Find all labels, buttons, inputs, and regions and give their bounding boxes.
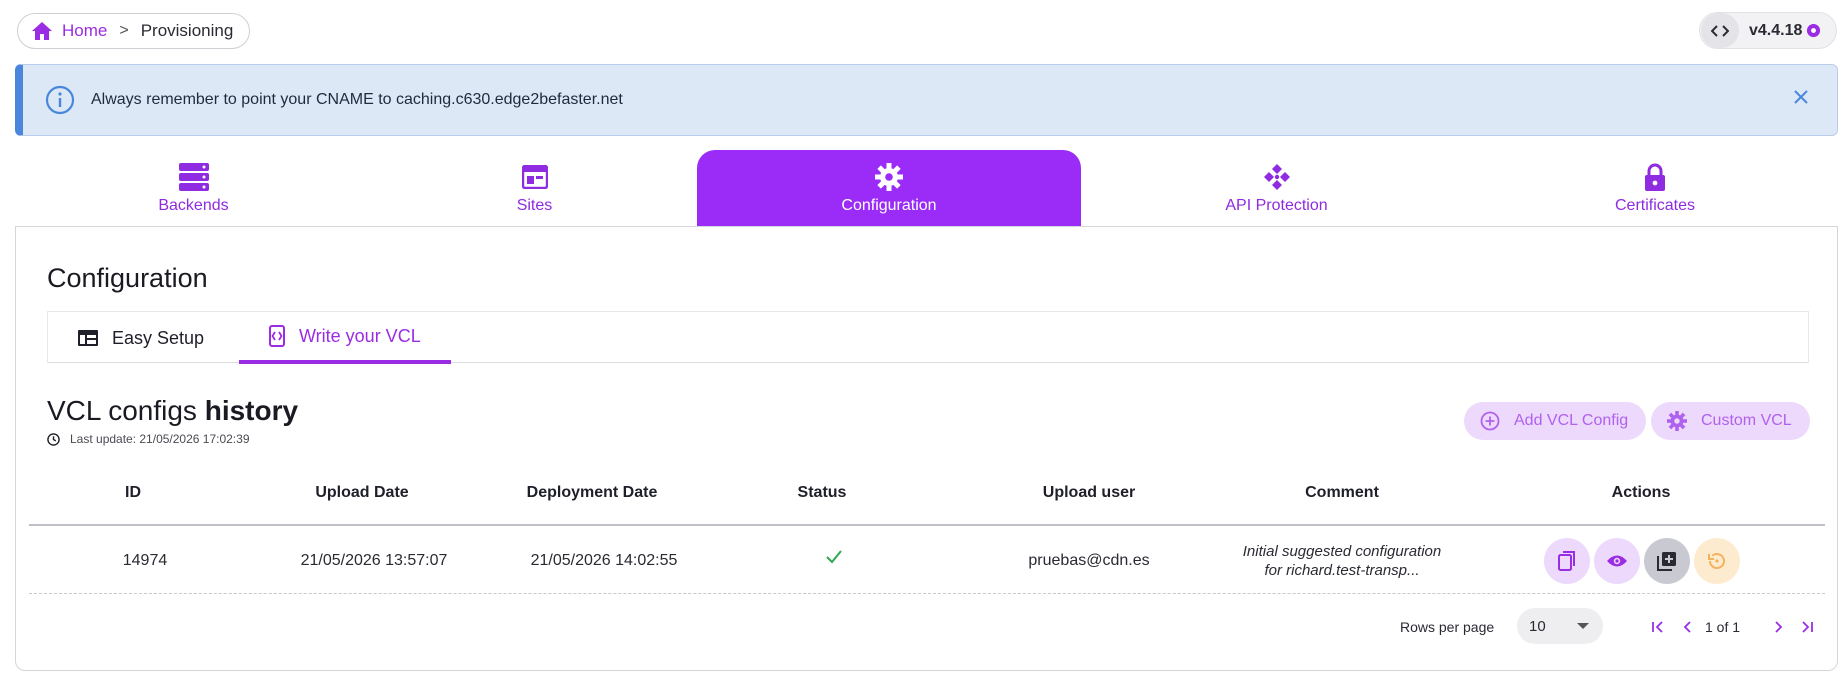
add-circle-icon (1480, 411, 1514, 431)
history-title-light: VCL configs (47, 395, 197, 426)
tab-certificates-label: Certificates (1614, 196, 1696, 214)
tab-write-vcl[interactable]: Write your VCL (239, 312, 451, 364)
page-indicator: 1 of 1 (1705, 619, 1741, 635)
first-page-button[interactable] (1647, 616, 1669, 638)
version-label: v4.4.18 (1749, 21, 1803, 39)
cell-deployment-date: 21/05/2026 14:02:55 (530, 552, 678, 569)
comment-line-1: Initial suggested configuration (1242, 543, 1442, 560)
code-icon (1711, 24, 1729, 38)
last-page-icon (1800, 620, 1814, 634)
breadcrumb-home-label: Home (62, 21, 108, 40)
tab-api-protection-label: API Protection (1225, 196, 1328, 214)
cname-alert: Always remember to point your CNAME to c… (15, 64, 1838, 136)
custom-vcl-label: Custom VCL (1701, 412, 1792, 429)
restore-button[interactable] (1694, 538, 1740, 584)
column-header-status: Status (797, 484, 847, 501)
code-file-icon (269, 325, 299, 347)
tab-easy-setup-label: Easy Setup (112, 327, 205, 348)
tab-write-vcl-label: Write your VCL (299, 325, 421, 346)
lock-icon (1644, 163, 1666, 191)
tab-easy-setup[interactable]: Easy Setup (78, 312, 204, 364)
top-bar: Home > Provisioning v4.4.18 (0, 0, 1848, 64)
table-layout-icon (78, 330, 112, 346)
custom-vcl-button[interactable]: Custom VCL (1651, 402, 1810, 440)
first-page-icon (1651, 620, 1665, 634)
tab-api-protection[interactable]: API Protection (1081, 150, 1472, 227)
add-copy-icon (1656, 550, 1678, 572)
breadcrumb-home-link[interactable]: Home (32, 21, 107, 41)
tab-configuration[interactable]: Configuration (697, 150, 1081, 227)
alert-message: Always remember to point your CNAME to c… (91, 91, 623, 108)
rows-per-page-value: 10 (1529, 617, 1546, 635)
cell-id: 14974 (122, 552, 168, 569)
comment-line-2: for richard.test-transp... (1264, 562, 1420, 579)
last-update-text: Last update: 21/05/2026 17:02:39 (70, 432, 250, 446)
add-vcl-config-label: Add VCL Config (1514, 412, 1629, 429)
info-icon (45, 85, 75, 115)
rows-per-page-label: Rows per page (1400, 619, 1495, 635)
rows-per-page-select[interactable]: 10 (1517, 608, 1603, 644)
configuration-panel: Configuration Easy Setup Write your VCL … (15, 226, 1838, 671)
close-icon[interactable] (1793, 89, 1809, 105)
gear-icon (875, 162, 903, 191)
tab-backends[interactable]: Backends (15, 150, 372, 227)
previous-page-button[interactable] (1677, 616, 1699, 638)
view-button[interactable] (1594, 538, 1640, 584)
table-row-divider (29, 593, 1825, 594)
status-deployed-icon (825, 549, 843, 565)
history-restore-icon (1706, 550, 1728, 572)
duplicate-button[interactable] (1644, 538, 1690, 584)
server-icon (178, 162, 209, 191)
browser-window-icon (521, 163, 548, 191)
history-title-bold: history (204, 395, 299, 426)
cell-upload-user: pruebas@cdn.es (1028, 552, 1150, 569)
cell-upload-date: 21/05/2026 13:57:07 (300, 552, 448, 569)
tab-sites-label: Sites (516, 196, 553, 214)
history-title: VCL configs history (47, 395, 298, 427)
table-header-divider (29, 524, 1825, 526)
tab-sites[interactable]: Sites (372, 150, 697, 227)
dropdown-caret-icon (1577, 623, 1589, 629)
add-vcl-config-button[interactable]: Add VCL Config (1464, 402, 1647, 440)
main-tabs: Backends Sites Configuration API Protect… (15, 150, 1838, 227)
breadcrumb-separator: > (119, 22, 129, 39)
tab-configuration-label: Configuration (841, 196, 937, 214)
breadcrumb: Home > Provisioning (17, 13, 251, 49)
column-header-actions: Actions (1611, 484, 1671, 501)
column-header-deployment-date: Deployment Date (526, 484, 658, 501)
chevron-right-icon (1771, 620, 1785, 634)
column-header-upload-user: Upload user (1042, 484, 1136, 501)
cell-comment: Initial suggested configuration for rich… (1212, 542, 1472, 580)
chevron-left-icon (1681, 620, 1695, 634)
next-page-button[interactable] (1767, 616, 1789, 638)
clock-icon (47, 432, 70, 446)
gear-badge-icon (1806, 23, 1821, 38)
version-badge: v4.4.18 (1699, 12, 1837, 49)
code-toggle-button[interactable] (1701, 13, 1739, 48)
last-update: Last update: 21/05/2026 17:02:39 (47, 432, 250, 446)
tab-backends-label: Backends (158, 196, 229, 214)
home-icon (32, 22, 62, 40)
column-header-upload-date: Upload Date (315, 484, 409, 501)
sub-tabs: Easy Setup Write your VCL (47, 311, 1809, 364)
breadcrumb-current: Provisioning (140, 21, 234, 40)
copy-button[interactable] (1544, 538, 1590, 584)
copy-icon (1557, 550, 1577, 572)
column-header-comment: Comment (1305, 484, 1379, 501)
gear-icon (1667, 411, 1701, 431)
column-header-id: ID (125, 484, 141, 501)
eye-icon (1606, 554, 1628, 568)
last-page-button[interactable] (1796, 616, 1818, 638)
api-protection-icon (1263, 163, 1291, 191)
page-title: Configuration (47, 263, 208, 293)
tab-certificates[interactable]: Certificates (1472, 150, 1838, 227)
